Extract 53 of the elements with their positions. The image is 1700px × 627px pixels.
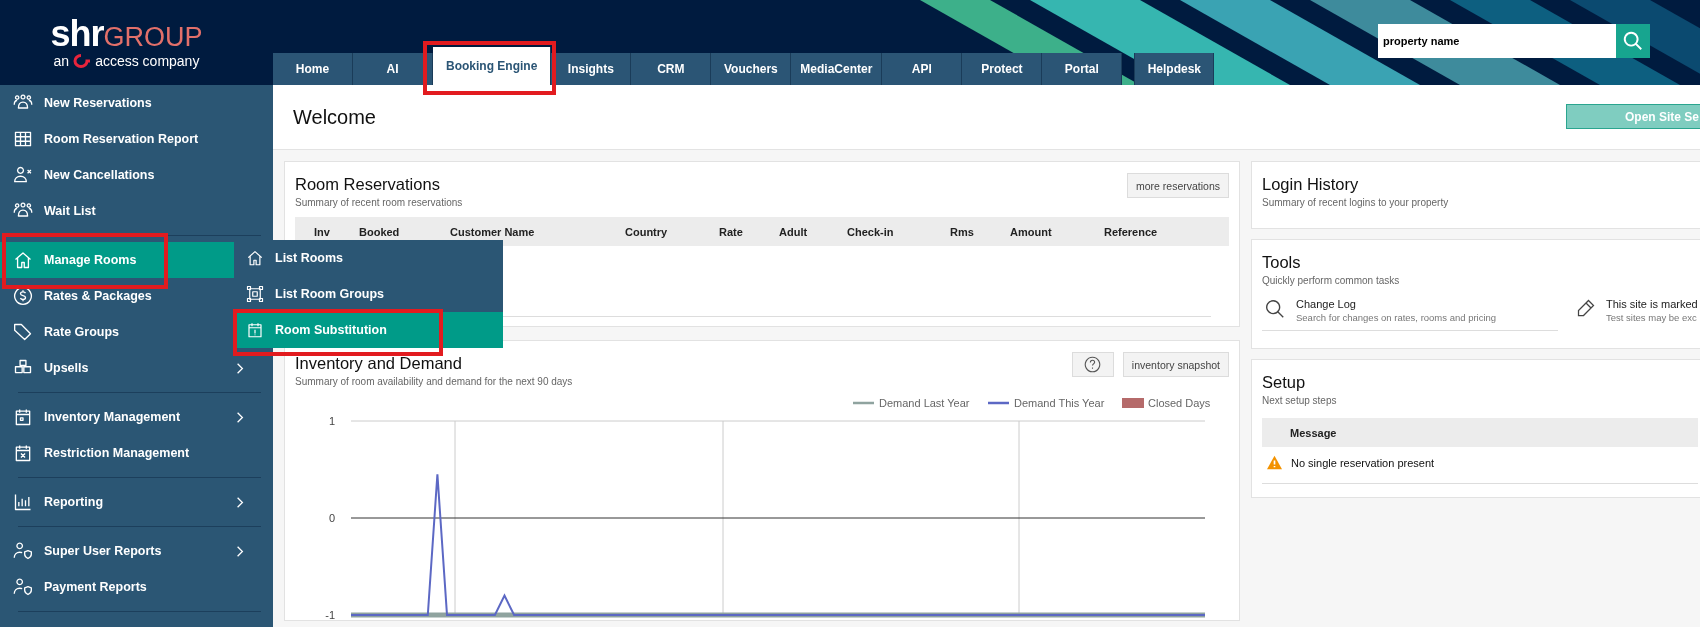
axis-tick-label: 0 — [328, 512, 335, 524]
logo-wordmark: shr — [50, 16, 104, 52]
card-subtitle: Next setup steps — [1262, 394, 1338, 407]
column-header: Amount — [1010, 225, 1053, 238]
logo-tagline: access company — [95, 53, 200, 69]
submenu-item-label: List Room Groups — [275, 287, 385, 301]
page-title: Welcome — [293, 105, 376, 129]
card-subtitle: Summary of room availability and demand for the next 90 days — [295, 375, 573, 388]
card-title: Inventory and Demand — [295, 353, 463, 374]
column-header: Rate — [719, 225, 744, 238]
tool-title: This site is marked — [1606, 298, 1698, 311]
axis-tick-label: 1 — [328, 415, 335, 427]
legend-label: Demand Last Year — [879, 397, 970, 409]
card-subtitle: Quickly perform common tasks — [1262, 274, 1401, 287]
column-header: Rms — [950, 225, 975, 238]
card-title: Setup — [1262, 372, 1307, 393]
sidebar-item-label: Payment Reports — [44, 580, 147, 594]
legend-label: Closed Days — [1148, 397, 1211, 409]
sidebar-item-label: Restriction Management — [44, 446, 190, 460]
sidebar-item-label: Manage Rooms — [44, 253, 137, 267]
sidebar-item-label: Upsells — [44, 361, 89, 375]
logo-wordmark-suffix: GROUP — [103, 24, 203, 51]
sidebar-item-label: Rate Groups — [44, 325, 119, 339]
card-title: Tools — [1262, 252, 1302, 273]
card-subtitle: Summary of recent logins to your property — [1262, 196, 1450, 209]
card-title: Room Reservations — [295, 174, 441, 195]
table-cell: No single reservation present — [1291, 456, 1435, 469]
column-header: Adult — [779, 225, 809, 238]
tool-description: Test sites may be exc — [1606, 311, 1698, 324]
sidebar-item-label: Reporting — [44, 495, 104, 509]
column-header: Country — [625, 225, 669, 238]
legend-label: Demand This Year — [1014, 397, 1105, 409]
logo-tagline: an — [53, 53, 70, 69]
column-header: Inv — [314, 225, 331, 238]
card-title: Login History — [1262, 174, 1360, 195]
submenu-item-label: List Rooms — [275, 251, 344, 265]
column-header: Check-in — [847, 225, 895, 238]
tool-title: Change Log — [1296, 298, 1357, 311]
sidebar-item-label: Super User Reports — [44, 544, 162, 558]
sidebar-item-label: New Reservations — [44, 96, 152, 110]
submenu-item-label: Room Substitution — [275, 323, 387, 337]
card-subtitle: Summary of recent room reservations — [295, 196, 463, 209]
sidebar-item-label: Wait List — [44, 204, 96, 218]
tool-description: Search for changes on rates, rooms and pricing — [1296, 311, 1497, 324]
column-header: Booked — [359, 225, 401, 238]
column-header: Reference — [1104, 225, 1159, 238]
sidebar-item-label: Rates & Packages — [44, 289, 152, 303]
sidebar-item-label: New Cancellations — [44, 168, 155, 182]
sidebar-item-label: Room Reservation Report — [44, 132, 199, 146]
axis-tick-label: -1 — [325, 609, 335, 620]
sidebar-item-label: Inventory Management — [44, 410, 181, 424]
column-header: Message — [1290, 426, 1337, 439]
column-header: Customer Name — [450, 225, 536, 238]
